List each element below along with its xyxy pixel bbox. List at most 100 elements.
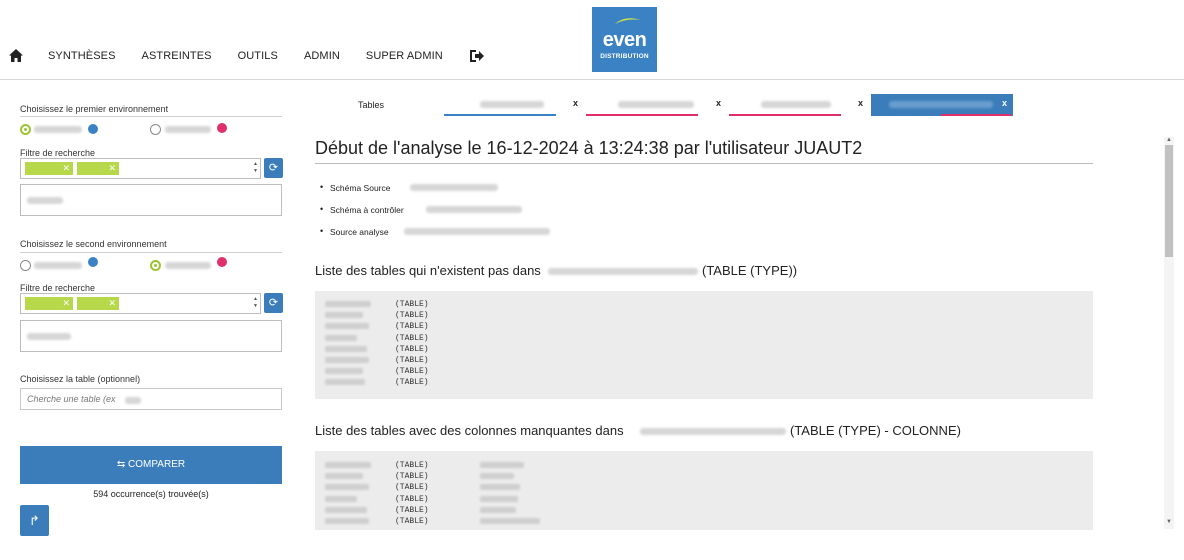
spinner-icon[interactable]: ▲ ▼ — [253, 296, 258, 310]
table-tab-1[interactable]: x — [444, 94, 584, 116]
top-navbar: SYNTHÈSES ASTREINTES OUTILS ADMIN SUPER … — [0, 0, 1184, 80]
env-color-dot — [88, 124, 98, 134]
redacted-table-name — [325, 462, 371, 468]
home-icon[interactable] — [8, 48, 24, 64]
remove-tag-icon[interactable]: ✕ — [108, 297, 116, 310]
refresh-button[interactable]: ⟳ — [264, 158, 283, 178]
env1-radio-1[interactable] — [20, 124, 31, 135]
table-type: (TABLE) — [395, 367, 429, 377]
tables-label: Tables — [358, 100, 385, 110]
redacted-text — [34, 262, 82, 269]
env2-selection-box[interactable] — [20, 320, 282, 352]
logout-icon[interactable] — [469, 49, 485, 63]
occurrence-count: 594 occurrence(s) trouvée(s) — [93, 489, 209, 499]
table-type: (TABLE) — [395, 517, 429, 526]
compare-button[interactable]: ⇆ COMPARER — [20, 446, 282, 484]
content-scrollbar[interactable]: ▲ ▼ — [1164, 137, 1174, 529]
table-search-input[interactable]: Cherche une table (ex — [20, 388, 282, 410]
scroll-down-icon[interactable]: ▼ — [1165, 519, 1173, 525]
redacted-text — [34, 126, 82, 133]
table-type: (TABLE) — [395, 311, 429, 321]
table-row: (TABLE) — [315, 482, 1093, 493]
env2-radio-2[interactable] — [150, 260, 161, 271]
filter-tag[interactable]: ✕ — [25, 162, 73, 175]
nav-admin[interactable]: ADMIN — [304, 50, 340, 62]
section-title: Liste des tables qui n'existent pas dans — [315, 263, 541, 278]
redacted-column-name — [480, 518, 540, 524]
nav-syntheses[interactable]: SYNTHÈSES — [48, 50, 116, 62]
table-row: (TABLE) — [315, 494, 1093, 505]
redacted-table-name — [325, 368, 363, 375]
table-tab-4-active[interactable]: x — [871, 94, 1013, 116]
remove-tag-icon[interactable]: ✕ — [108, 162, 116, 175]
tab-underline — [941, 114, 1011, 116]
redacted-table-name — [325, 484, 369, 491]
table-row: (TABLE) — [315, 310, 1093, 321]
table-row: (TABLE) — [315, 321, 1093, 332]
scrollbar-thumb[interactable] — [1165, 145, 1173, 257]
nav-outils[interactable]: OUTILS — [238, 50, 278, 62]
nav-astreintes[interactable]: ASTREINTES — [142, 50, 212, 62]
spinner-icon[interactable]: ▲ ▼ — [253, 161, 258, 175]
left-panel: Choisissez le premier environnement Filt… — [0, 80, 300, 560]
table-row: (TABLE) — [315, 355, 1093, 366]
redacted-text — [410, 184, 498, 191]
level-up-icon[interactable]: ↱ — [20, 505, 49, 536]
redacted-table-name — [325, 301, 371, 307]
redacted-text — [165, 262, 211, 269]
redacted-text — [426, 206, 522, 213]
redacted-column-name — [480, 484, 520, 491]
bullet-control-schema: Schéma à contrôler — [320, 204, 404, 215]
env2-radio-1[interactable] — [20, 260, 31, 271]
logo-swoosh-icon — [615, 18, 641, 24]
redacted-table-name — [325, 495, 357, 502]
table-tab-3[interactable]: x — [729, 94, 869, 116]
table-type: (TABLE) — [395, 494, 429, 504]
bullet-label: Source analyse — [330, 227, 389, 237]
bullet-label: Schéma à contrôler — [330, 205, 404, 215]
close-tab-icon[interactable]: x — [573, 98, 578, 108]
remove-tag-icon[interactable]: ✕ — [62, 297, 70, 310]
divider — [20, 252, 282, 253]
env1-selection-box[interactable] — [20, 184, 282, 216]
logo-brand: even — [602, 29, 647, 51]
missing-columns-block: (TABLE) (TABLE) (TABLE) (TABLE) (TABLE) (TABL… — [315, 451, 1093, 530]
filter-tag[interactable]: ✕ — [77, 297, 119, 310]
table-tab-2[interactable]: x — [586, 94, 727, 116]
redacted-table-name — [325, 334, 357, 341]
table-type: (TABLE) — [395, 461, 429, 470]
table-row: (TABLE) — [315, 505, 1093, 516]
env1-radio-2[interactable] — [150, 124, 161, 135]
close-tab-icon[interactable]: x — [858, 98, 863, 108]
remove-tag-icon[interactable]: ✕ — [62, 162, 70, 175]
table-row: (TABLE) — [315, 516, 1093, 527]
scroll-up-icon[interactable]: ▲ — [1165, 137, 1173, 143]
table-search-placeholder: Cherche une table (ex — [27, 394, 116, 404]
nav-super-admin[interactable]: SUPER ADMIN — [366, 50, 443, 62]
filter2-multiselect[interactable]: ✕ ✕ ▲ ▼ — [20, 293, 261, 314]
bullet-source-schema: Schéma Source — [320, 182, 391, 193]
table-type: (TABLE) — [395, 344, 429, 354]
table-row: (TABLE) — [315, 366, 1093, 377]
table-type: (TABLE) — [395, 356, 429, 365]
redacted-text — [640, 428, 786, 435]
filter-tag[interactable]: ✕ — [77, 162, 119, 175]
redacted-table-name — [325, 323, 369, 330]
redacted-table-name — [325, 518, 369, 524]
redacted-text — [27, 197, 63, 204]
redacted-table-name — [325, 506, 367, 513]
filter1-multiselect[interactable]: ✕ ✕ ▲ ▼ — [20, 158, 261, 179]
filter-tag[interactable]: ✕ — [25, 297, 73, 310]
table-type: (TABLE) — [395, 300, 429, 309]
table-label: Choisissez la table (optionnel) — [20, 374, 141, 384]
env-color-dot — [88, 257, 98, 267]
section-suffix: (TABLE (TYPE)) — [702, 263, 798, 278]
refresh-button[interactable]: ⟳ — [264, 293, 283, 313]
filter1-label: Filtre de recherche — [20, 148, 96, 158]
close-tab-icon[interactable]: x — [1002, 98, 1007, 108]
table-row: (TABLE) — [315, 471, 1093, 482]
redacted-text — [404, 228, 550, 235]
divider — [20, 116, 282, 117]
redacted-table-name — [325, 345, 367, 352]
close-tab-icon[interactable]: x — [716, 98, 721, 108]
